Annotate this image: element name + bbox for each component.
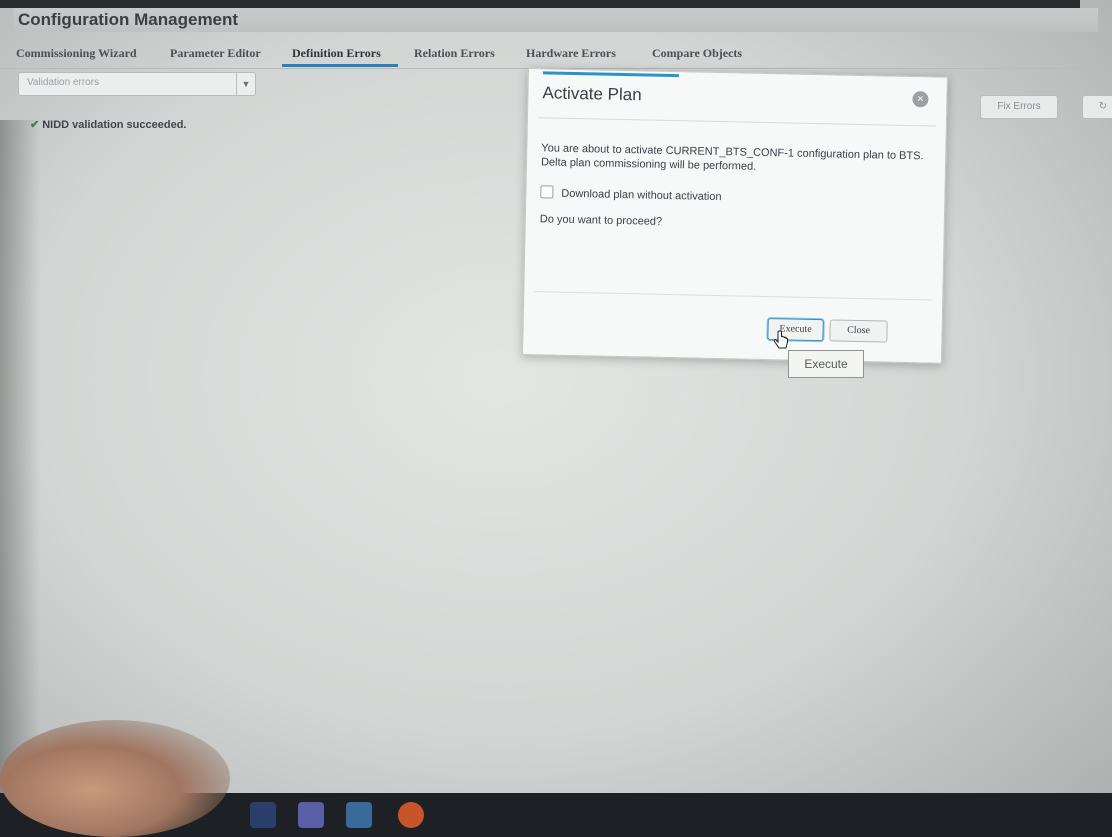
network-icon[interactable] bbox=[250, 802, 276, 828]
tab-compare-objects[interactable]: Compare Objects bbox=[652, 46, 742, 61]
error-filter-select[interactable]: Validation errors ▼ bbox=[18, 72, 256, 96]
execute-tooltip: Execute bbox=[788, 350, 864, 378]
app-icon[interactable] bbox=[298, 802, 324, 828]
active-tab-indicator bbox=[282, 64, 398, 67]
refresh-button[interactable]: ↻ bbox=[1082, 95, 1112, 119]
checkbox-label: Download plan without activation bbox=[561, 187, 722, 204]
tab-definition-errors[interactable]: Definition Errors bbox=[292, 46, 381, 61]
filter-placeholder: Validation errors bbox=[27, 77, 100, 88]
hand-cursor-icon bbox=[773, 330, 788, 349]
package-icon[interactable] bbox=[346, 802, 372, 828]
dialog-message: You are about to activate CURRENT_BTS_CO… bbox=[540, 142, 924, 173]
dialog-title: Activate Plan bbox=[542, 83, 642, 105]
close-icon[interactable]: × bbox=[912, 91, 929, 108]
tab-relation-errors[interactable]: Relation Errors bbox=[414, 46, 495, 61]
validation-status-text: NIDD validation succeeded. bbox=[42, 119, 187, 131]
top-bezel bbox=[0, 0, 1080, 8]
download-without-activation-checkbox[interactable] bbox=[540, 185, 554, 199]
finger-occlusion bbox=[0, 720, 230, 837]
screen-edge-shadow bbox=[0, 120, 40, 837]
fix-errors-button[interactable]: Fix Errors bbox=[980, 95, 1058, 119]
dialog-accent-bar bbox=[542, 71, 679, 78]
tab-parameter-editor[interactable]: Parameter Editor bbox=[170, 46, 261, 61]
app-title: Configuration Management bbox=[14, 8, 1098, 32]
dialog-footer-divider bbox=[534, 291, 933, 301]
download-without-activation-option[interactable]: Download plan without activation bbox=[540, 185, 722, 204]
validation-status: ✔NIDD validation succeeded. bbox=[30, 118, 186, 131]
tab-commissioning-wizard[interactable]: Commissioning Wizard bbox=[16, 46, 137, 61]
tab-hardware-errors[interactable]: Hardware Errors bbox=[526, 46, 616, 61]
screen: Configuration Management Commissioning W… bbox=[0, 0, 1112, 837]
browser-icon[interactable] bbox=[398, 802, 424, 828]
refresh-icon: ↻ bbox=[1098, 101, 1108, 112]
dialog-divider bbox=[537, 117, 936, 127]
close-button[interactable]: Close bbox=[829, 319, 888, 343]
chevron-down-icon[interactable]: ▼ bbox=[236, 73, 255, 95]
activate-plan-dialog: Activate Plan × You are about to activat… bbox=[521, 68, 948, 364]
dialog-question: Do you want to proceed? bbox=[539, 213, 663, 228]
tab-bar: Commissioning Wizard Parameter Editor De… bbox=[0, 40, 1112, 69]
